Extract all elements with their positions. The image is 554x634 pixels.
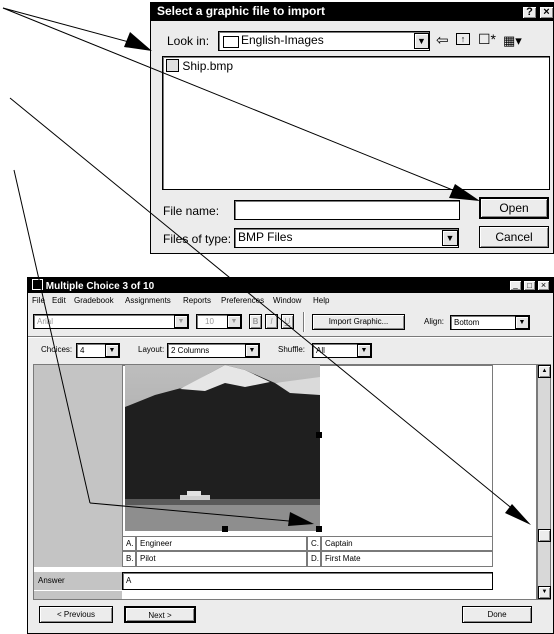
file-item-ship[interactable]: Ship.bmp [166, 59, 233, 75]
files-of-type-arrow[interactable]: ▼ [442, 230, 458, 246]
bold-button[interactable]: B [249, 314, 262, 329]
answer-text-c[interactable]: Captain [321, 536, 493, 551]
menu-bar: File Edit Gradebook Assignments Reports … [28, 294, 548, 308]
files-of-type-label: Files of type: [163, 232, 232, 246]
font-dropdown-arrow[interactable]: ▼ [174, 315, 188, 328]
scroll-down-button[interactable]: ▼ [538, 586, 551, 599]
file-name-label: File name: [163, 204, 220, 218]
choices-label: Choices: [41, 345, 73, 354]
next-button[interactable]: Next > [124, 606, 196, 623]
menu-file[interactable]: File [32, 294, 45, 308]
dialog-close-button[interactable]: × [539, 6, 554, 19]
new-folder-icon[interactable]: ☐* [478, 31, 496, 48]
dialog-title: Select a graphic file to import [157, 4, 326, 18]
next-row-label-cell [34, 591, 122, 599]
shuffle-dropdown-arrow[interactable]: ▼ [357, 344, 371, 357]
open-button[interactable]: Open [479, 197, 549, 219]
layout-label: Layout: [138, 345, 165, 354]
size-dropdown-arrow[interactable]: ▼ [227, 315, 241, 328]
italic-button[interactable]: I [265, 314, 278, 329]
underline-button[interactable]: U [281, 314, 294, 329]
up-folder-icon[interactable]: ↑ [456, 33, 470, 45]
answer-text-d[interactable]: First Mate [321, 551, 493, 567]
resize-handle-bottom[interactable] [222, 526, 228, 532]
window-title: Multiple Choice 3 of 10 [45, 281, 155, 292]
resize-handle-corner[interactable] [316, 526, 322, 532]
scroll-thumb[interactable] [538, 529, 551, 542]
app-icon [32, 279, 43, 290]
scroll-up-button[interactable]: ▲ [538, 365, 551, 378]
menu-window[interactable]: Window [273, 294, 301, 308]
menu-reports[interactable]: Reports [183, 294, 211, 308]
cancel-button[interactable]: Cancel [479, 226, 549, 248]
bitmap-file-icon [166, 59, 179, 72]
import-graphic-button[interactable]: Import Graphic... [312, 314, 405, 330]
menu-gradebook[interactable]: Gradebook [74, 294, 114, 308]
window-title-bar: Multiple Choice 3 of 10 [28, 278, 554, 293]
toolbar-divider [303, 312, 305, 332]
file-name-input[interactable] [234, 200, 460, 220]
answer-text-b[interactable]: Pilot [136, 551, 307, 567]
done-button[interactable]: Done [462, 606, 532, 623]
answer-letter-d: D. [307, 551, 321, 567]
shuffle-label: Shuffle: [278, 345, 305, 354]
align-label: Align: [424, 317, 445, 326]
menu-edit[interactable]: Edit [52, 294, 66, 308]
view-menu-icon[interactable]: ▦▾ [503, 33, 522, 49]
answer-label: Answer [38, 576, 65, 585]
toolbar-separator [28, 336, 552, 338]
help-button[interactable]: ? [522, 6, 537, 19]
look-in-dropdown-arrow[interactable]: ▼ [414, 33, 429, 49]
arrowhead-look-in [124, 32, 152, 51]
menu-help[interactable]: Help [313, 294, 329, 308]
back-icon[interactable]: ⇦ [436, 31, 449, 49]
minimize-button[interactable]: _ [509, 280, 522, 291]
answer-letter-c: C. [307, 536, 321, 551]
answer-label-cell: Answer [34, 572, 122, 590]
window-close-button[interactable]: × [537, 280, 550, 291]
layout-dropdown-arrow[interactable]: ▼ [245, 344, 259, 357]
files-of-type-dropdown[interactable]: BMP Files [234, 228, 459, 248]
answer-letter-b: B. [122, 551, 136, 567]
previous-button[interactable]: < Previous [39, 606, 113, 623]
maximize-button[interactable]: □ [523, 280, 536, 291]
answer-text-a[interactable]: Engineer [136, 536, 307, 551]
answer-letter-a: A. [122, 536, 136, 551]
look-in-dropdown[interactable]: English-Images [218, 31, 430, 51]
menu-preferences[interactable]: Preferences [221, 294, 264, 308]
answer-input[interactable]: A [122, 572, 493, 590]
resize-handle-right[interactable] [316, 432, 322, 438]
question-label-column [34, 365, 122, 567]
font-dropdown[interactable]: Arial [33, 314, 189, 329]
ship-photo [125, 365, 320, 531]
dialog-title-bar: Select a graphic file to import [151, 3, 554, 21]
file-list[interactable] [162, 56, 550, 190]
align-dropdown-arrow[interactable]: ▼ [515, 316, 529, 329]
menu-assignments[interactable]: Assignments [125, 294, 171, 308]
choices-dropdown-arrow[interactable]: ▼ [105, 344, 119, 357]
folder-icon [223, 36, 239, 48]
vertical-scrollbar[interactable] [537, 364, 551, 600]
look-in-label: Look in: [167, 34, 210, 48]
